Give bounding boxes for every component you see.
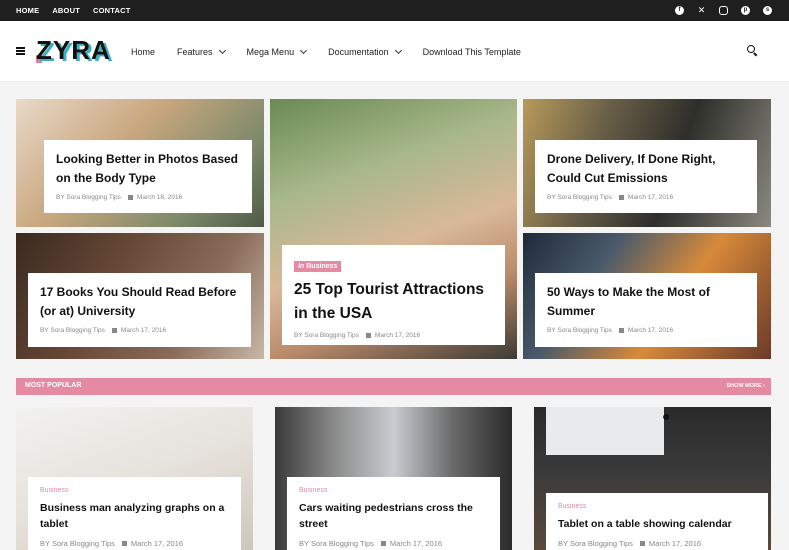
post-card: Business Tablet on a table showing calen…	[546, 493, 768, 550]
post-date: March 17, 2016	[627, 327, 674, 334]
nav-documentation[interactable]: Documentation	[328, 46, 402, 57]
post-card: Business Cars waiting pedestrians cross …	[287, 477, 500, 550]
post-author: BY Sora Blogging Tips	[299, 539, 374, 548]
x-icon[interactable]: ✕	[696, 5, 707, 16]
featured-post-main[interactable]: In Business 25 Top Tourist Attractions i…	[270, 99, 517, 359]
featured-post-1[interactable]: Looking Better in Photos Based on the Bo…	[16, 99, 264, 227]
post-title[interactable]: 50 Ways to Make the Most of Summer	[547, 283, 745, 321]
calendar-icon	[365, 333, 371, 338]
apple-logo-icon: ●	[662, 408, 671, 424]
post-card: 17 Books You Should Read Before (or at) …	[28, 273, 251, 347]
calendar-icon	[639, 541, 645, 546]
pinterest-icon[interactable]: p	[740, 5, 751, 16]
chevron-down-icon	[300, 46, 308, 54]
site-header: ZYRA ZYRA Home Features Mega Menu Docume…	[0, 21, 789, 82]
post-date: March 17, 2016	[389, 539, 443, 548]
top-link-contact[interactable]: CONTACT	[93, 6, 131, 15]
post-card: 50 Ways to Make the Most of Summer BY So…	[535, 273, 757, 347]
post-title[interactable]: Looking Better in Photos Based on the Bo…	[56, 150, 240, 188]
post-card: In Business 25 Top Tourist Attractions i…	[282, 245, 505, 345]
section-title: MOST POPULAR	[25, 382, 82, 389]
post-author: BY Sora Blogging Tips	[294, 332, 359, 339]
post-date: March 17, 2016	[648, 539, 702, 548]
calendar-icon	[127, 195, 133, 200]
featured-post-3[interactable]: Drone Delivery, If Done Right, Could Cut…	[523, 99, 771, 227]
category-badge[interactable]: In Business	[294, 261, 342, 272]
post-date: March 17, 2016	[130, 539, 184, 548]
post-title[interactable]: Drone Delivery, If Done Right, Could Cut…	[547, 150, 745, 188]
post-card: Looking Better in Photos Based on the Bo…	[44, 140, 252, 213]
post-card: Drone Delivery, If Done Right, Could Cut…	[535, 140, 757, 213]
calendar-icon	[380, 541, 386, 546]
post-author: BY Sora Blogging Tips	[547, 194, 612, 201]
calendar-icon	[618, 328, 624, 333]
post-author: BY Sora Blogging Tips	[558, 539, 633, 548]
post-title[interactable]: Business man analyzing graphs on a table…	[40, 500, 229, 532]
post-date: March 17, 2016	[374, 332, 421, 339]
site-logo[interactable]: ZYRA ZYRA	[36, 35, 113, 67]
featured-post-5[interactable]: 50 Ways to Make the Most of Summer BY So…	[523, 233, 771, 359]
chevron-down-icon	[394, 46, 402, 54]
popular-post-1[interactable]: Business Business man analyzing graphs o…	[16, 407, 253, 550]
popular-post-2[interactable]: Business Cars waiting pedestrians cross …	[275, 407, 512, 550]
post-category[interactable]: Business	[40, 487, 229, 494]
calendar-icon	[121, 541, 127, 546]
post-author: BY Sora Blogging Tips	[56, 194, 121, 201]
nav-mega-menu[interactable]: Mega Menu	[247, 46, 308, 57]
main-nav: Home Features Mega Menu Documentation Do…	[131, 21, 521, 82]
post-category[interactable]: Business	[299, 487, 488, 494]
featured-post-4[interactable]: 17 Books You Should Read Before (or at) …	[16, 233, 264, 359]
instagram-icon[interactable]	[718, 5, 729, 16]
nav-features[interactable]: Features	[177, 46, 226, 57]
nav-download[interactable]: Download This Template	[423, 47, 521, 57]
menu-icon[interactable]	[16, 47, 25, 55]
post-title[interactable]: 17 Books You Should Read Before (or at) …	[40, 283, 239, 321]
calendar-icon	[111, 328, 117, 333]
top-bar: HOME ABOUT CONTACT f ✕ p s	[0, 0, 789, 21]
skype-icon[interactable]: s	[762, 5, 773, 16]
post-author: BY Sora Blogging Tips	[40, 327, 105, 334]
post-author: BY Sora Blogging Tips	[547, 327, 612, 334]
top-link-home[interactable]: HOME	[16, 6, 39, 15]
top-link-about[interactable]: ABOUT	[52, 6, 80, 15]
post-title[interactable]: 25 Top Tourist Attractions in the USA	[294, 278, 493, 326]
popular-post-3[interactable]: ● Business Tablet on a table showing cal…	[534, 407, 771, 550]
facebook-icon[interactable]: f	[674, 5, 685, 16]
post-title[interactable]: Cars waiting pedestrians cross the stree…	[299, 500, 488, 532]
post-date: March 17, 2016	[627, 194, 674, 201]
monitor-graphic	[546, 407, 664, 455]
most-popular-header: MOST POPULAR SHOW MORE ›	[16, 378, 771, 395]
post-date: March 18, 2016	[136, 194, 183, 201]
post-card: Business Business man analyzing graphs o…	[28, 477, 241, 550]
post-author: BY Sora Blogging Tips	[40, 539, 115, 548]
post-category[interactable]: Business	[558, 503, 756, 510]
chevron-down-icon	[218, 46, 226, 54]
post-title[interactable]: Tablet on a table showing calendar	[558, 516, 756, 532]
post-date: March 17, 2016	[120, 327, 167, 334]
nav-home[interactable]: Home	[131, 47, 155, 57]
search-icon[interactable]	[747, 45, 758, 57]
calendar-icon	[618, 195, 624, 200]
show-more-link[interactable]: SHOW MORE ›	[727, 383, 766, 389]
